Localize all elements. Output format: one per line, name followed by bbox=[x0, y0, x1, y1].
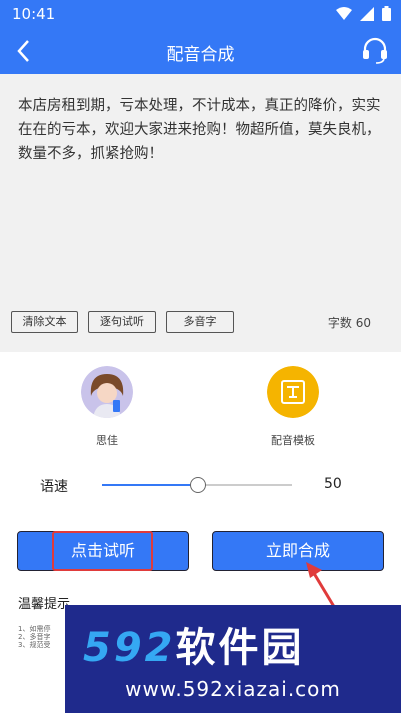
speed-slider[interactable] bbox=[102, 477, 292, 493]
status-bar: 10:41 bbox=[0, 0, 401, 28]
status-time: 10:41 bbox=[12, 5, 56, 23]
tip-line: 2、多音字 bbox=[18, 633, 51, 641]
headset-icon[interactable] bbox=[361, 36, 389, 64]
voice-name: 思佳 bbox=[96, 434, 118, 447]
tip-line: 1、如需停 bbox=[18, 625, 51, 633]
status-icons bbox=[336, 6, 391, 21]
tip-line: 3、规范受 bbox=[18, 641, 51, 649]
sentence-preview-button[interactable]: 逐句试听 bbox=[88, 311, 156, 333]
watermark-logo-number: 592 bbox=[83, 625, 176, 671]
polyphone-button[interactable]: 多音字 bbox=[166, 311, 234, 333]
template-icon bbox=[267, 366, 319, 418]
synthesize-button[interactable]: 立即合成 bbox=[212, 531, 384, 571]
wifi-icon bbox=[336, 6, 352, 20]
highlight-box bbox=[52, 531, 153, 571]
voice-option-sijia[interactable]: 思佳 bbox=[79, 366, 135, 448]
watermark-logo: 592软件园 bbox=[83, 615, 305, 673]
speed-label: 语速 bbox=[40, 479, 68, 495]
page-title: 配音合成 bbox=[166, 45, 235, 65]
watermark: 592软件园 www.592xiazai.com bbox=[65, 605, 401, 713]
watermark-logo-text: 软件园 bbox=[175, 625, 305, 671]
app-bar: 配音合成 bbox=[0, 28, 401, 74]
tips-title: 温馨提示 bbox=[18, 597, 71, 612]
editor-text[interactable]: 本店房租到期，亏本处理，不计成本，真正的降价，实实在在的亏本，欢迎大家进来抢购！… bbox=[18, 94, 384, 166]
word-count: 字数 60 bbox=[327, 316, 371, 330]
template-label: 配音模板 bbox=[271, 434, 315, 447]
slider-thumb[interactable] bbox=[190, 477, 206, 493]
slider-fill bbox=[102, 484, 197, 486]
text-editor[interactable]: 本店房租到期，亏本处理，不计成本，真正的降价，实实在在的亏本，欢迎大家进来抢购！… bbox=[0, 74, 401, 352]
dubbing-template-option[interactable]: 配音模板 bbox=[265, 366, 321, 448]
clear-text-button[interactable]: 清除文本 bbox=[11, 311, 78, 333]
battery-icon bbox=[382, 6, 391, 21]
watermark-url: www.592xiazai.com bbox=[125, 677, 341, 701]
avatar bbox=[81, 366, 133, 418]
speed-value: 50 bbox=[324, 476, 342, 492]
signal-icon bbox=[360, 6, 374, 21]
tips-list: 1、如需停 2、多音字 3、规范受 bbox=[18, 625, 50, 649]
